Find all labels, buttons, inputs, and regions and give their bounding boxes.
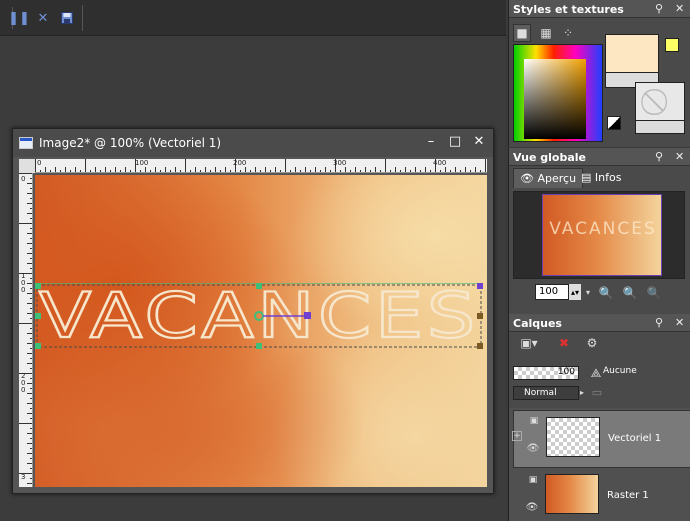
gradient-tab-icon[interactable]: ▦: [537, 24, 555, 42]
layer-row-vectoriel[interactable]: ▣ 👁 + Vectoriel 1: [512, 410, 690, 468]
layer-row-raster[interactable]: ▣ 👁 Raster 1: [513, 468, 690, 521]
layer-name: Raster 1: [607, 490, 649, 501]
ruler-h-label: 200: [233, 159, 247, 167]
foreground-color-swatch[interactable]: [605, 34, 659, 74]
zoom-input[interactable]: 100: [535, 284, 569, 300]
color-spectrum[interactable]: [513, 44, 603, 142]
image-window-titlebar[interactable]: Image2* @ 100% (Vectoriel 1) – □ ✕: [13, 129, 493, 157]
overview-panel-title: Vue globale: [513, 151, 586, 164]
delete-layer-icon[interactable]: ✖: [555, 334, 573, 352]
layers-panel-title: Calques: [513, 317, 562, 330]
group-layer-icon[interactable]: ▭: [589, 384, 605, 400]
maximize-button[interactable]: □: [447, 134, 463, 150]
zoom-stepper[interactable]: ▴▾: [569, 284, 581, 300]
layer-thumbnail: [546, 417, 600, 457]
pin-icon[interactable]: ⚲: [655, 316, 663, 329]
overview-thumb-text: VACANCES: [549, 219, 657, 239]
styles-panel-header: Styles et textures ⚲ ✕: [509, 0, 690, 18]
pin-icon[interactable]: ⚲: [655, 2, 663, 15]
ruler-v-label: 2 0 0: [21, 372, 26, 394]
handle-bottom-mid[interactable]: [256, 343, 262, 349]
overview-panel-header: Vue globale ⚲ ✕: [509, 148, 690, 166]
image-canvas[interactable]: VACANCES: [35, 175, 487, 487]
ruler-v-label: 0: [21, 175, 26, 183]
image-window[interactable]: Image2* @ 100% (Vectoriel 1) – □ ✕ 0 100…: [12, 128, 494, 494]
zoom-fit-icon[interactable]: 🔍: [645, 284, 663, 302]
toolbar: ❚❚ ✕: [0, 0, 506, 36]
close-icon[interactable]: ✕: [675, 150, 684, 163]
pin-icon[interactable]: ⚲: [655, 150, 663, 163]
opacity-slider[interactable]: 100: [513, 366, 579, 380]
zoom-dropdown-icon[interactable]: ▾: [583, 284, 593, 300]
image-window-title: Image2* @ 100% (Vectoriel 1): [39, 136, 222, 150]
image-window-icon: [19, 137, 33, 149]
ruler-v-label: 1 0 0: [21, 272, 26, 294]
layer-properties-icon[interactable]: ⚙: [583, 334, 601, 352]
swap-colors-icon[interactable]: [607, 116, 621, 130]
blend-mode-dropdown-icon[interactable]: ▸: [577, 384, 587, 400]
handle-mid-left[interactable]: [35, 313, 41, 319]
color-tab-icon[interactable]: ■: [513, 24, 531, 42]
handle-mid-right[interactable]: [477, 313, 483, 319]
zoom-in-icon[interactable]: 🔍: [597, 284, 615, 302]
expand-icon[interactable]: +: [512, 431, 522, 441]
background-options[interactable]: [635, 120, 685, 134]
opacity-value: 100: [557, 367, 575, 377]
vertical-ruler: 0 1 0 0 2 0 0 3: [19, 173, 33, 487]
ruler-corner: [19, 159, 35, 173]
rotation-handle[interactable]: [304, 312, 311, 319]
handle-bottom-left[interactable]: [35, 343, 41, 349]
overview-panel: Vue globale ⚲ ✕ 👁 Aperçu ▤ Infos VACANCE…: [508, 148, 690, 314]
eye-icon[interactable]: 👁: [526, 441, 540, 455]
layers-panel-header: Calques ⚲ ✕: [509, 314, 690, 332]
toolbar-separator: [82, 5, 83, 31]
handle-top-left[interactable]: [35, 283, 41, 289]
ruler-h-label: 100: [135, 159, 149, 167]
vector-layer-icon: ▣: [529, 416, 539, 426]
color-saturation-box[interactable]: [524, 59, 586, 139]
close-button[interactable]: ✕: [471, 134, 487, 150]
ruler-h-label: 400: [433, 159, 447, 167]
ruler-h-label: 300: [333, 159, 347, 167]
layers-panel: Calques ⚲ ✕ ▣▾ ✖ ⚙ 100 ⟁ Aucune Normal ▸…: [508, 314, 690, 521]
close-icon[interactable]: ✕: [675, 316, 684, 329]
layer-name: Vectoriel 1: [608, 433, 662, 444]
tab-infos-label: Infos: [594, 171, 622, 184]
pause-icon[interactable]: ❚❚: [8, 9, 30, 27]
close-x-icon[interactable]: ✕: [34, 9, 52, 27]
close-icon[interactable]: ✕: [675, 2, 684, 15]
handle-top-mid[interactable]: [256, 283, 262, 289]
ruler-v-label: 3: [21, 473, 26, 481]
horizontal-ruler: 0 100 200 300 400: [35, 159, 487, 173]
overview-preview[interactable]: VACANCES: [513, 191, 685, 279]
background-color-swatch[interactable]: [665, 38, 679, 52]
handle-bottom-right[interactable]: [477, 343, 483, 349]
overview-thumbnail[interactable]: VACANCES: [542, 194, 662, 276]
tab-apercu-label: Aperçu: [537, 172, 577, 185]
no-fill-icon[interactable]: ⃠: [635, 82, 685, 122]
vector-layer[interactable]: VACANCES: [35, 175, 487, 487]
save-icon[interactable]: [58, 9, 76, 27]
new-layer-icon[interactable]: ▣▾: [515, 334, 543, 352]
tab-apercu[interactable]: 👁 Aperçu: [513, 168, 584, 188]
tab-infos[interactable]: ▤ Infos: [575, 168, 627, 188]
blend-mode-select[interactable]: Normal: [513, 386, 579, 400]
handle-top-right[interactable]: [477, 283, 483, 289]
ruler-h-label: 0: [37, 159, 42, 167]
raster-layer-icon: ▣: [528, 475, 538, 485]
mask-label[interactable]: Aucune: [603, 366, 649, 380]
minimize-button[interactable]: –: [423, 134, 439, 150]
vacances-text[interactable]: VACANCES: [38, 278, 479, 353]
layer-thumbnail: [545, 474, 599, 514]
zoom-out-icon[interactable]: 🔍: [621, 284, 639, 302]
styles-panel: Styles et textures ⚲ ✕ ■ ▦ ⁘ ⃠: [508, 0, 690, 147]
eye-icon[interactable]: 👁: [525, 500, 539, 514]
pattern-tab-icon[interactable]: ⁘: [559, 24, 577, 42]
styles-panel-title: Styles et textures: [513, 3, 624, 16]
